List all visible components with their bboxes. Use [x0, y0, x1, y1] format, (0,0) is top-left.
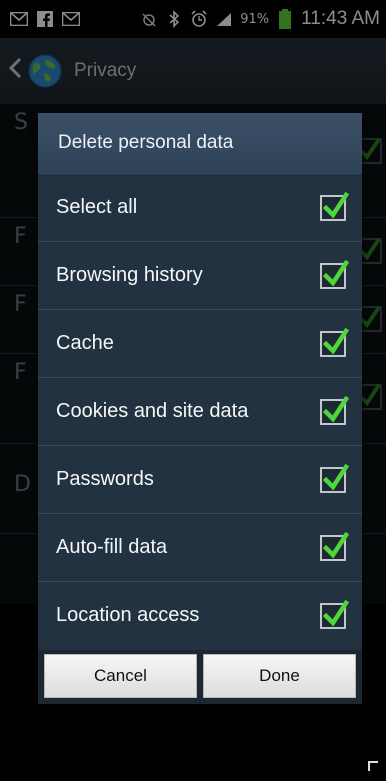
option-label: Passwords — [56, 468, 154, 490]
option-label: Auto-fill data — [56, 536, 168, 558]
select-all-checkbox[interactable] — [320, 191, 349, 221]
option-label: Cookies and site data — [56, 400, 249, 422]
option-cache[interactable]: Cache — [38, 309, 362, 377]
option-select-all[interactable]: Select all — [38, 173, 362, 241]
option-label: Cache — [56, 332, 114, 354]
browsing-history-checkbox[interactable] — [320, 259, 349, 289]
dialog-title: Delete personal data — [38, 113, 362, 173]
dialog-button-row: Cancel Done — [38, 650, 362, 704]
passwords-checkbox[interactable] — [320, 463, 349, 493]
option-browsing-history[interactable]: Browsing history — [38, 241, 362, 309]
cache-checkbox[interactable] — [320, 327, 349, 357]
option-label: Browsing history — [56, 264, 203, 286]
cookies-checkbox[interactable] — [320, 395, 349, 425]
option-label: Select all — [56, 196, 138, 218]
cancel-button[interactable]: Cancel — [44, 654, 197, 698]
option-cookies-and-site-data[interactable]: Cookies and site data — [38, 377, 362, 445]
option-label: Location access — [56, 604, 200, 626]
corner-mark-icon — [368, 761, 378, 771]
option-passwords[interactable]: Passwords — [38, 445, 362, 513]
delete-personal-data-dialog: Delete personal data Select all Browsing… — [38, 113, 362, 704]
option-location-access[interactable]: Location access — [38, 581, 362, 649]
auto-fill-checkbox[interactable] — [320, 531, 349, 561]
location-access-checkbox[interactable] — [320, 599, 349, 629]
option-auto-fill-data[interactable]: Auto-fill data — [38, 513, 362, 581]
done-button[interactable]: Done — [203, 654, 356, 698]
